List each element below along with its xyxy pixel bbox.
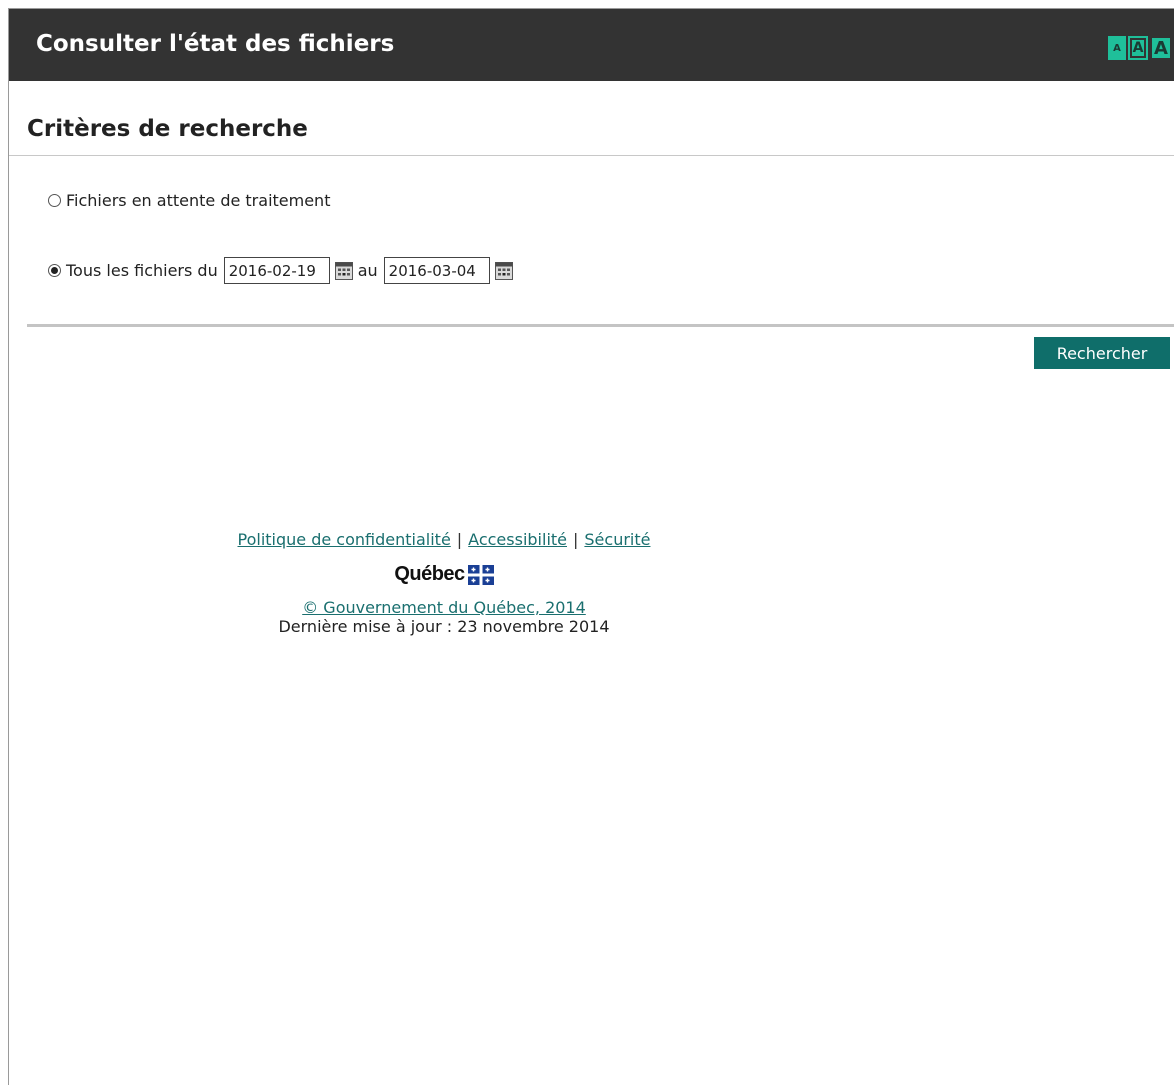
pending-files-label[interactable]: Fichiers en attente de traitement — [66, 191, 330, 210]
search-button[interactable]: Rechercher — [1034, 337, 1170, 369]
quebec-flag-icon — [467, 564, 494, 585]
footer-separator: | — [573, 530, 579, 549]
calendar-icon[interactable] — [494, 261, 513, 280]
section-divider — [9, 155, 1174, 156]
font-size-medium-button[interactable]: A — [1128, 36, 1148, 60]
copyright-link[interactable]: © Gouvernement du Québec, 2014 — [302, 598, 586, 617]
accessibility-link[interactable]: Accessibilité — [468, 530, 567, 549]
security-link[interactable]: Sécurité — [584, 530, 650, 549]
page-footer: Politique de confidentialité | Accessibili… — [214, 530, 674, 636]
all-files-radio[interactable] — [48, 264, 61, 277]
all-files-label[interactable]: Tous les fichiers du — [66, 261, 218, 280]
quebec-logo-text: Québec — [394, 563, 465, 585]
option-pending-row: Fichiers en attente de traitement — [48, 191, 330, 210]
font-size-small-button[interactable]: A — [1108, 36, 1126, 60]
form-bottom-divider — [27, 324, 1174, 327]
font-size-large-button[interactable]: A — [1150, 36, 1172, 60]
search-criteria-title: Critères de recherche — [27, 116, 308, 142]
page-title: Consulter l'état des fichiers — [36, 31, 395, 57]
page-header: Consulter l'état des fichiers A A A — [9, 9, 1174, 81]
calendar-icon[interactable] — [334, 261, 353, 280]
copyright-line: © Gouvernement du Québec, 2014 — [214, 598, 674, 617]
date-to-input[interactable] — [383, 257, 490, 284]
footer-links: Politique de confidentialité | Accessibili… — [214, 530, 674, 549]
footer-separator: | — [456, 530, 463, 549]
font-size-controls: A A A — [1108, 36, 1172, 60]
quebec-logo: Québec — [214, 563, 674, 586]
to-label: au — [357, 261, 378, 280]
option-all-row: Tous les fichiers du au — [48, 257, 513, 284]
date-from-input[interactable] — [223, 257, 330, 284]
pending-files-radio[interactable] — [48, 194, 61, 207]
privacy-policy-link[interactable]: Politique de confidentialité — [238, 530, 451, 549]
last-update-text: Dernière mise à jour : 23 novembre 2014 — [278, 617, 610, 636]
